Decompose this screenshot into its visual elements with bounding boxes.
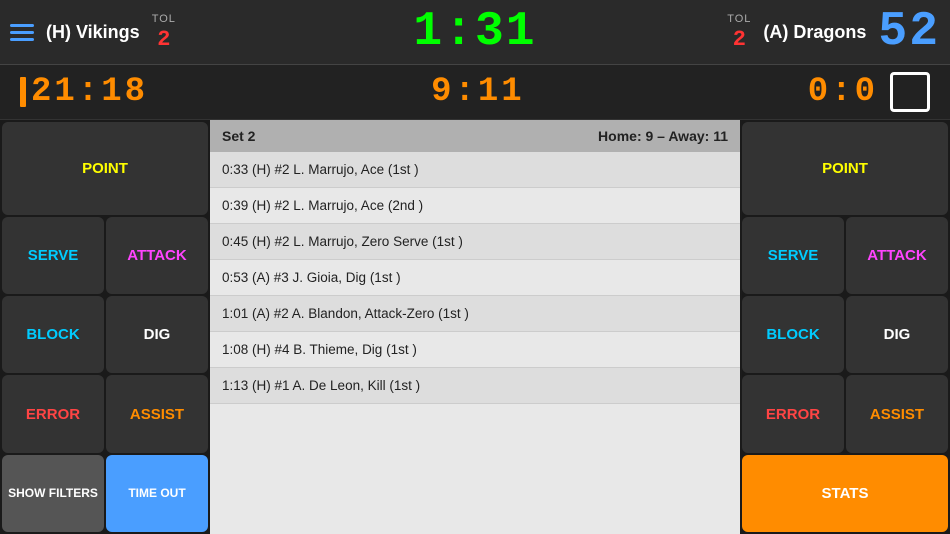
stats-button[interactable]: STATS [742,455,948,532]
home-serve-attack-row: SERVE ATTACK [2,217,208,294]
tol-away-label: TOL [727,13,751,25]
away-serve-attack-row: SERVE ATTACK [742,217,948,294]
home-block-button[interactable]: BLOCK [2,296,104,373]
log-entry: 0:39 (H) #2 L. Marrujo, Ace (2nd ) [210,188,740,224]
away-assist-button[interactable]: ASSIST [846,375,948,452]
sub-indicator [20,77,26,107]
away-serve-button[interactable]: SERVE [742,217,844,294]
away-error-assist-row: ERROR ASSIST [742,375,948,452]
tol-home-label: TOL [152,13,176,25]
timeout-button[interactable]: TIME OUT [106,455,208,532]
sub-left: 21:18 [20,73,148,111]
header: (H) Vikings TOL 2 1:31 TOL 2 (A) Dragons… [0,0,950,65]
away-error-button[interactable]: ERROR [742,375,844,452]
home-dig-button[interactable]: DIG [106,296,208,373]
log-entry: 0:45 (H) #2 L. Marrujo, Zero Serve (1st … [210,224,740,260]
hamburger-icon[interactable] [10,24,34,41]
left-panel: POINT SERVE ATTACK BLOCK DIG ERROR ASSIS… [0,120,210,534]
away-block-dig-row: BLOCK DIG [742,296,948,373]
set-label: Set 2 [222,128,255,144]
tol-home: TOL 2 [152,13,176,52]
home-team-name: (H) Vikings [46,22,140,43]
score-summary: Home: 9 – Away: 11 [598,128,728,144]
sub-header: 21:18 9:11 0:0 [0,65,950,120]
home-attack-button[interactable]: ATTACK [106,217,208,294]
home-block-dig-row: BLOCK DIG [2,296,208,373]
sub-box [890,72,930,112]
home-bottom-row: SHOW FILTERS TIME OUT [2,455,208,532]
away-attack-button[interactable]: ATTACK [846,217,948,294]
log-entry: 0:53 (A) #3 J. Gioia, Dig (1st ) [210,260,740,296]
header-center: 1:31 [413,5,536,59]
tol-away: TOL 2 [727,13,751,52]
log-entry: 1:08 (H) #4 B. Thieme, Dig (1st ) [210,332,740,368]
log-header: Set 2 Home: 9 – Away: 11 [210,120,740,152]
right-panel: POINT SERVE ATTACK BLOCK DIG ERROR ASSIS… [740,120,950,534]
away-dig-button[interactable]: DIG [846,296,948,373]
home-serve-button[interactable]: SERVE [2,217,104,294]
away-point-button[interactable]: POINT [742,122,948,215]
tol-home-value: 2 [157,27,170,52]
away-score: 52 [878,5,940,59]
center-sub-score: 9:11 [431,73,525,111]
away-team-name: (A) Dragons [763,22,866,43]
main-content: POINT SERVE ATTACK BLOCK DIG ERROR ASSIS… [0,120,950,534]
away-block-button[interactable]: BLOCK [742,296,844,373]
header-right: TOL 2 (A) Dragons 52 [537,5,940,59]
log-panel: Set 2 Home: 9 – Away: 11 0:33 (H) #2 L. … [210,120,740,534]
home-error-assist-row: ERROR ASSIST [2,375,208,452]
tol-away-value: 2 [733,27,746,52]
home-assist-button[interactable]: ASSIST [106,375,208,452]
home-error-button[interactable]: ERROR [2,375,104,452]
header-left: (H) Vikings TOL 2 [10,13,413,52]
log-entry: 1:13 (H) #1 A. De Leon, Kill (1st ) [210,368,740,404]
log-entry: 1:01 (A) #2 A. Blandon, Attack-Zero (1st… [210,296,740,332]
away-sub-score: 0:0 [808,73,878,111]
home-sub-score: 21:18 [31,73,148,111]
show-filters-button[interactable]: SHOW FILTERS [2,455,104,532]
home-point-button[interactable]: POINT [2,122,208,215]
main-score: 1:31 [413,5,536,59]
log-entry: 0:33 (H) #2 L. Marrujo, Ace (1st ) [210,152,740,188]
